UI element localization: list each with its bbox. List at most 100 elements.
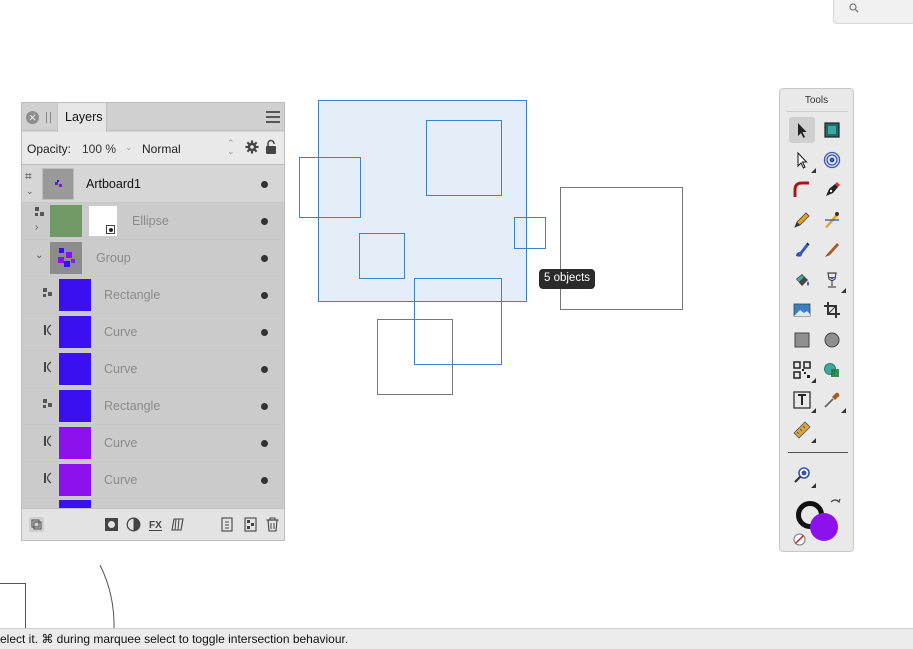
rectangle-shape[interactable] [377, 319, 453, 395]
move-tool[interactable] [789, 117, 815, 143]
curve-icon [44, 324, 52, 336]
chevron-right-icon[interactable]: › [35, 222, 38, 233]
node-arrow-icon [797, 151, 808, 169]
panel-menu-icon[interactable] [266, 111, 280, 123]
trash-icon[interactable] [265, 517, 280, 532]
selection-tooltip: 5 objects [539, 269, 596, 289]
fill-color-swatch[interactable] [810, 513, 838, 541]
fx-icon[interactable]: FX [148, 517, 163, 532]
visibility-dot-icon[interactable] [261, 440, 268, 447]
shape-builder-tool[interactable] [819, 357, 845, 383]
mask-layer-icon[interactable] [104, 517, 119, 532]
lock-icon[interactable] [265, 139, 277, 155]
opacity-field[interactable]: 100 % [82, 142, 116, 156]
visibility-dot-icon[interactable] [261, 403, 268, 410]
layer-row-curve[interactable]: Curve [22, 462, 284, 499]
pen-icon [826, 182, 840, 196]
curve-icon [44, 472, 52, 484]
chevron-down-icon[interactable]: ⌄ [26, 186, 34, 197]
qr-code-tool[interactable] [789, 357, 816, 383]
blend-mode-select[interactable]: Normal [142, 142, 181, 156]
selected-rectangle[interactable] [426, 120, 502, 196]
vector-brush-tool[interactable] [819, 207, 845, 233]
qr-code-icon [793, 361, 811, 379]
adjustment-icon[interactable] [126, 517, 141, 532]
fill-tool[interactable] [789, 237, 815, 263]
tools-panel-title: Tools [804, 95, 829, 106]
corner-tool[interactable] [789, 177, 815, 203]
live-filter-icon[interactable] [170, 517, 185, 532]
ellipse-arc-shape[interactable] [95, 560, 125, 632]
mask-thumbnail [88, 205, 118, 237]
artboard-tool[interactable] [819, 117, 845, 143]
pen-tool[interactable] [819, 177, 845, 203]
layers-options-bar: Opacity: 100 % ⌄ Normal ⌃ ⌄ [22, 132, 284, 165]
curve-icon [44, 361, 52, 373]
rectangle-shape[interactable] [0, 583, 26, 631]
measure-tool[interactable] [789, 417, 816, 443]
layer-row-rectangle[interactable]: Rectangle [22, 277, 284, 314]
pencil-tool[interactable] [789, 207, 815, 233]
layer-row-ellipse[interactable]: › Ellipse [22, 203, 284, 240]
rectangle-shape[interactable] [560, 187, 683, 310]
selected-rectangle[interactable] [299, 157, 361, 218]
visibility-dot-icon[interactable] [261, 477, 268, 484]
zoom-icon [794, 467, 810, 483]
visibility-dot-icon[interactable] [261, 181, 268, 188]
layer-name: Rectangle [104, 399, 161, 413]
close-icon[interactable] [26, 111, 39, 124]
layer-thumbnail [59, 427, 91, 459]
layer-thumbnail [59, 353, 91, 385]
layer-name: Group [96, 251, 131, 265]
search-field[interactable] [833, 0, 913, 24]
eyedropper-icon [824, 392, 840, 408]
swap-colors-icon[interactable] [828, 497, 842, 511]
app-window: Layers Opacity: 100 % ⌄ Normal ⌃ ⌄ ⌗ ⌄ A… [0, 0, 913, 649]
layer-row-curve[interactable]: Curve [22, 314, 284, 351]
layer-modes-icon[interactable] [29, 517, 44, 532]
add-layer-icon[interactable] [220, 517, 235, 532]
transparency-tool[interactable] [819, 267, 846, 293]
rectangle-tool[interactable] [789, 327, 815, 353]
color-picker-tool[interactable] [819, 387, 846, 413]
add-pixel-layer-icon[interactable] [243, 517, 258, 532]
artistic-text-tool[interactable] [789, 387, 816, 413]
place-image-tool[interactable] [789, 297, 815, 323]
text-icon [793, 391, 811, 409]
selected-rectangle[interactable] [514, 217, 546, 249]
tools-panel: Tools [779, 88, 854, 552]
visibility-dot-icon[interactable] [261, 218, 268, 225]
layer-row-artboard[interactable]: ⌗ ⌄ Artboard1 [22, 166, 284, 203]
tab-layers[interactable]: Layers [57, 103, 107, 132]
chevron-down-icon[interactable]: ⌄ [35, 250, 43, 261]
gear-icon[interactable] [245, 140, 259, 154]
visibility-dot-icon[interactable] [261, 329, 268, 336]
ruler-icon [793, 421, 811, 439]
layer-row-curve[interactable]: Curve [22, 425, 284, 462]
chevron-down-icon[interactable]: ⌄ [125, 142, 133, 153]
layers-panel-footer: FX [22, 508, 284, 540]
paint-brush-tool[interactable] [819, 237, 845, 263]
no-color-icon[interactable] [793, 533, 806, 546]
shape-builder-icon [824, 363, 839, 377]
zoom-tool[interactable] [789, 462, 816, 488]
visibility-dot-icon[interactable] [261, 366, 268, 373]
node-tool[interactable] [789, 147, 816, 173]
layer-row-curve[interactable]: Curve [22, 351, 284, 388]
contour-tool[interactable] [819, 147, 845, 173]
crop-tool[interactable] [819, 297, 845, 323]
curve-icon [44, 435, 52, 447]
layer-name: Curve [104, 473, 138, 487]
visibility-dot-icon[interactable] [261, 255, 268, 262]
visibility-dot-icon[interactable] [261, 292, 268, 299]
layer-row-group[interactable]: ⌄ Group [22, 240, 284, 277]
divider [788, 452, 848, 453]
stepper-arrows-icon[interactable]: ⌃ ⌄ [227, 139, 235, 156]
panel-grip-icon[interactable] [46, 112, 51, 123]
layer-name: Artboard1 [86, 177, 141, 191]
selected-rectangle[interactable] [359, 233, 405, 279]
flood-fill-tool[interactable] [789, 267, 815, 293]
layer-row-rectangle[interactable]: Rectangle [22, 388, 284, 425]
ellipse-tool[interactable] [819, 327, 845, 353]
layer-name: Curve [104, 325, 138, 339]
